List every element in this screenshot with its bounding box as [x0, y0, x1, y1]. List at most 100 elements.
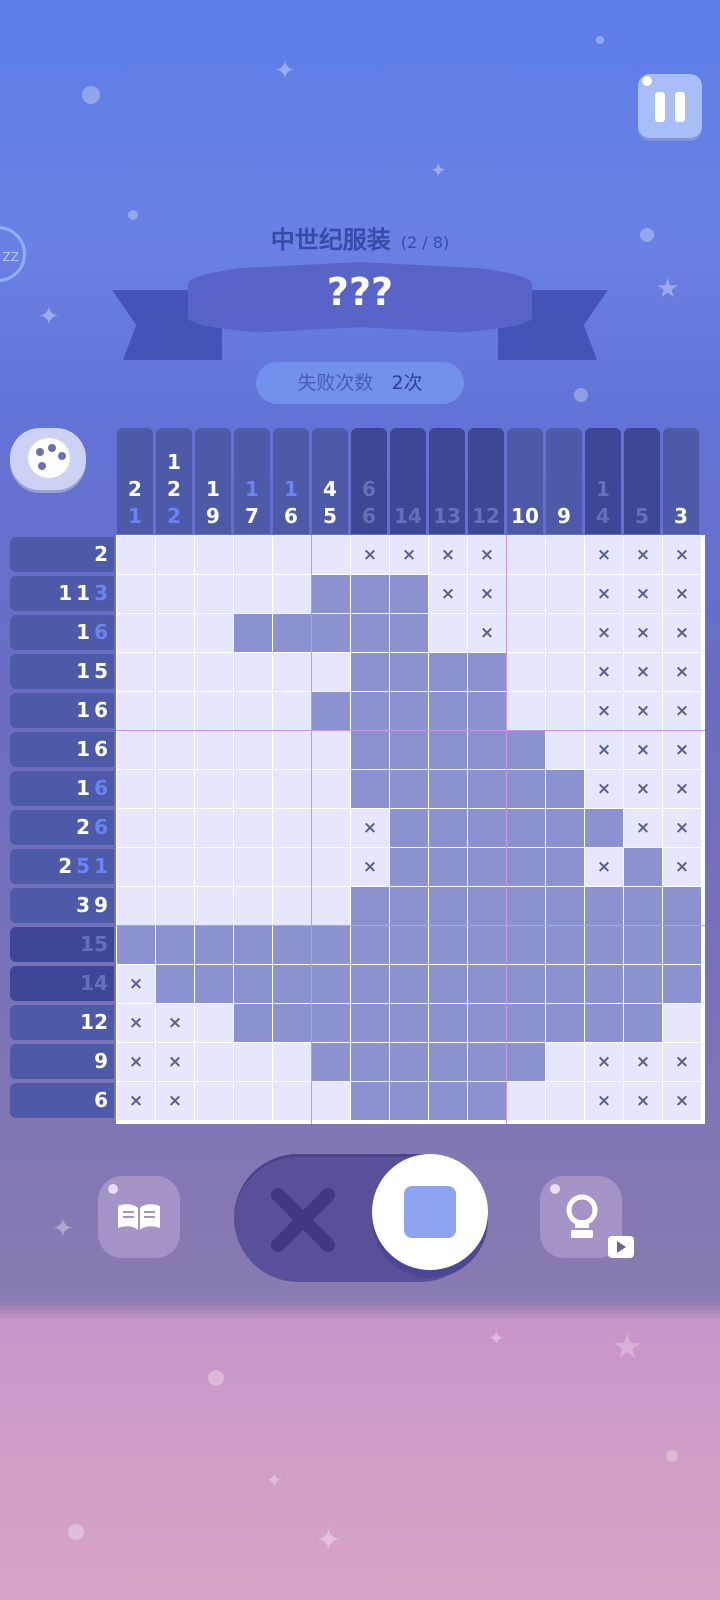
grid-cell[interactable]	[429, 1004, 467, 1042]
grid-cell[interactable]	[468, 965, 506, 1003]
grid-cell[interactable]	[546, 926, 584, 964]
video-play-icon[interactable]	[608, 1236, 634, 1258]
grid-cell[interactable]: ×	[663, 848, 701, 886]
grid-cell[interactable]	[273, 614, 311, 652]
grid-cell[interactable]	[234, 770, 272, 808]
grid-cell[interactable]	[429, 731, 467, 769]
grid-cell[interactable]	[312, 731, 350, 769]
grid-cell[interactable]	[195, 848, 233, 886]
grid-cell[interactable]	[624, 926, 662, 964]
grid-cell[interactable]	[429, 926, 467, 964]
grid-cell[interactable]	[390, 692, 428, 730]
grid-cell[interactable]	[195, 653, 233, 691]
grid-cell[interactable]: ×	[585, 536, 623, 574]
grid-cell[interactable]	[507, 887, 545, 925]
grid-cell[interactable]	[273, 536, 311, 574]
grid-cell[interactable]	[429, 770, 467, 808]
grid-cell[interactable]	[156, 692, 194, 730]
grid-cell[interactable]	[156, 770, 194, 808]
grid-cell[interactable]	[429, 692, 467, 730]
grid-cell[interactable]: ×	[624, 809, 662, 847]
grid-cell[interactable]: ×	[429, 536, 467, 574]
grid-cell[interactable]: ×	[351, 809, 389, 847]
grid-cell[interactable]	[195, 770, 233, 808]
grid-cell[interactable]	[234, 1043, 272, 1081]
grid-cell[interactable]	[273, 926, 311, 964]
grid-cell[interactable]	[468, 887, 506, 925]
grid-cell[interactable]: ×	[663, 536, 701, 574]
grid-cell[interactable]	[468, 731, 506, 769]
grid-cell[interactable]	[663, 965, 701, 1003]
grid-cell[interactable]	[351, 653, 389, 691]
grid-cell[interactable]: ×	[156, 1043, 194, 1081]
grid-cell[interactable]	[273, 965, 311, 1003]
grid-cell[interactable]	[429, 614, 467, 652]
grid-cell[interactable]: ×	[663, 809, 701, 847]
pause-button[interactable]	[638, 74, 702, 138]
grid-cell[interactable]	[507, 614, 545, 652]
grid-cell[interactable]: ×	[624, 1082, 662, 1120]
grid-cell[interactable]: ×	[117, 965, 155, 1003]
grid-cell[interactable]	[273, 809, 311, 847]
grid-cell[interactable]	[234, 1082, 272, 1120]
grid-cell[interactable]	[585, 926, 623, 964]
grid-cell[interactable]	[234, 1004, 272, 1042]
grid-cell[interactable]: ×	[156, 1082, 194, 1120]
grid-cell[interactable]	[156, 965, 194, 1003]
grid-cell[interactable]	[390, 575, 428, 613]
grid-cell[interactable]	[195, 965, 233, 1003]
grid-cell[interactable]: ×	[117, 1004, 155, 1042]
grid-cell[interactable]	[429, 1043, 467, 1081]
grid-cell[interactable]	[351, 926, 389, 964]
grid-cell[interactable]	[624, 1004, 662, 1042]
grid-cell[interactable]	[234, 653, 272, 691]
grid-cell[interactable]	[468, 653, 506, 691]
grid-cell[interactable]	[234, 614, 272, 652]
grid-cell[interactable]	[312, 965, 350, 1003]
grid-cell[interactable]	[273, 653, 311, 691]
grid-cell[interactable]	[312, 536, 350, 574]
grid-cell[interactable]	[234, 887, 272, 925]
grid-cell[interactable]	[117, 614, 155, 652]
grid-cell[interactable]: ×	[663, 731, 701, 769]
grid-cell[interactable]	[273, 1043, 311, 1081]
grid-cell[interactable]	[546, 653, 584, 691]
grid-cell[interactable]	[585, 965, 623, 1003]
grid-cell[interactable]	[351, 614, 389, 652]
grid-cell[interactable]: ×	[624, 575, 662, 613]
grid-cell[interactable]: ×	[468, 614, 506, 652]
grid-cell[interactable]	[234, 731, 272, 769]
grid-cell[interactable]	[273, 1082, 311, 1120]
grid-cell[interactable]	[312, 887, 350, 925]
grid-cell[interactable]	[390, 887, 428, 925]
grid-cell[interactable]	[546, 809, 584, 847]
grid-cell[interactable]	[195, 809, 233, 847]
grid-cell[interactable]	[585, 1004, 623, 1042]
grid-cell[interactable]	[507, 770, 545, 808]
grid-cell[interactable]	[273, 887, 311, 925]
grid-cell[interactable]	[195, 575, 233, 613]
grid-cell[interactable]	[156, 926, 194, 964]
grid-cell[interactable]	[351, 887, 389, 925]
grid-cell[interactable]: ×	[156, 1004, 194, 1042]
grid-cell[interactable]	[117, 887, 155, 925]
grid-cell[interactable]: ×	[624, 731, 662, 769]
grid-cell[interactable]	[156, 809, 194, 847]
grid-cell[interactable]: ×	[663, 575, 701, 613]
grid-cell[interactable]	[273, 692, 311, 730]
grid-cell[interactable]	[429, 887, 467, 925]
grid-cell[interactable]	[351, 770, 389, 808]
grid-cell[interactable]	[273, 1004, 311, 1042]
grid-cell[interactable]: ×	[117, 1043, 155, 1081]
grid-cell[interactable]	[546, 536, 584, 574]
grid-cell[interactable]	[195, 926, 233, 964]
grid-cell[interactable]	[468, 1004, 506, 1042]
grid-cell[interactable]	[663, 887, 701, 925]
grid-cell[interactable]	[312, 614, 350, 652]
grid-cell[interactable]	[156, 614, 194, 652]
grid-cell[interactable]	[117, 926, 155, 964]
grid-cell[interactable]	[507, 692, 545, 730]
grid-cell[interactable]	[351, 731, 389, 769]
grid-cell[interactable]	[273, 770, 311, 808]
grid-cell[interactable]	[156, 887, 194, 925]
